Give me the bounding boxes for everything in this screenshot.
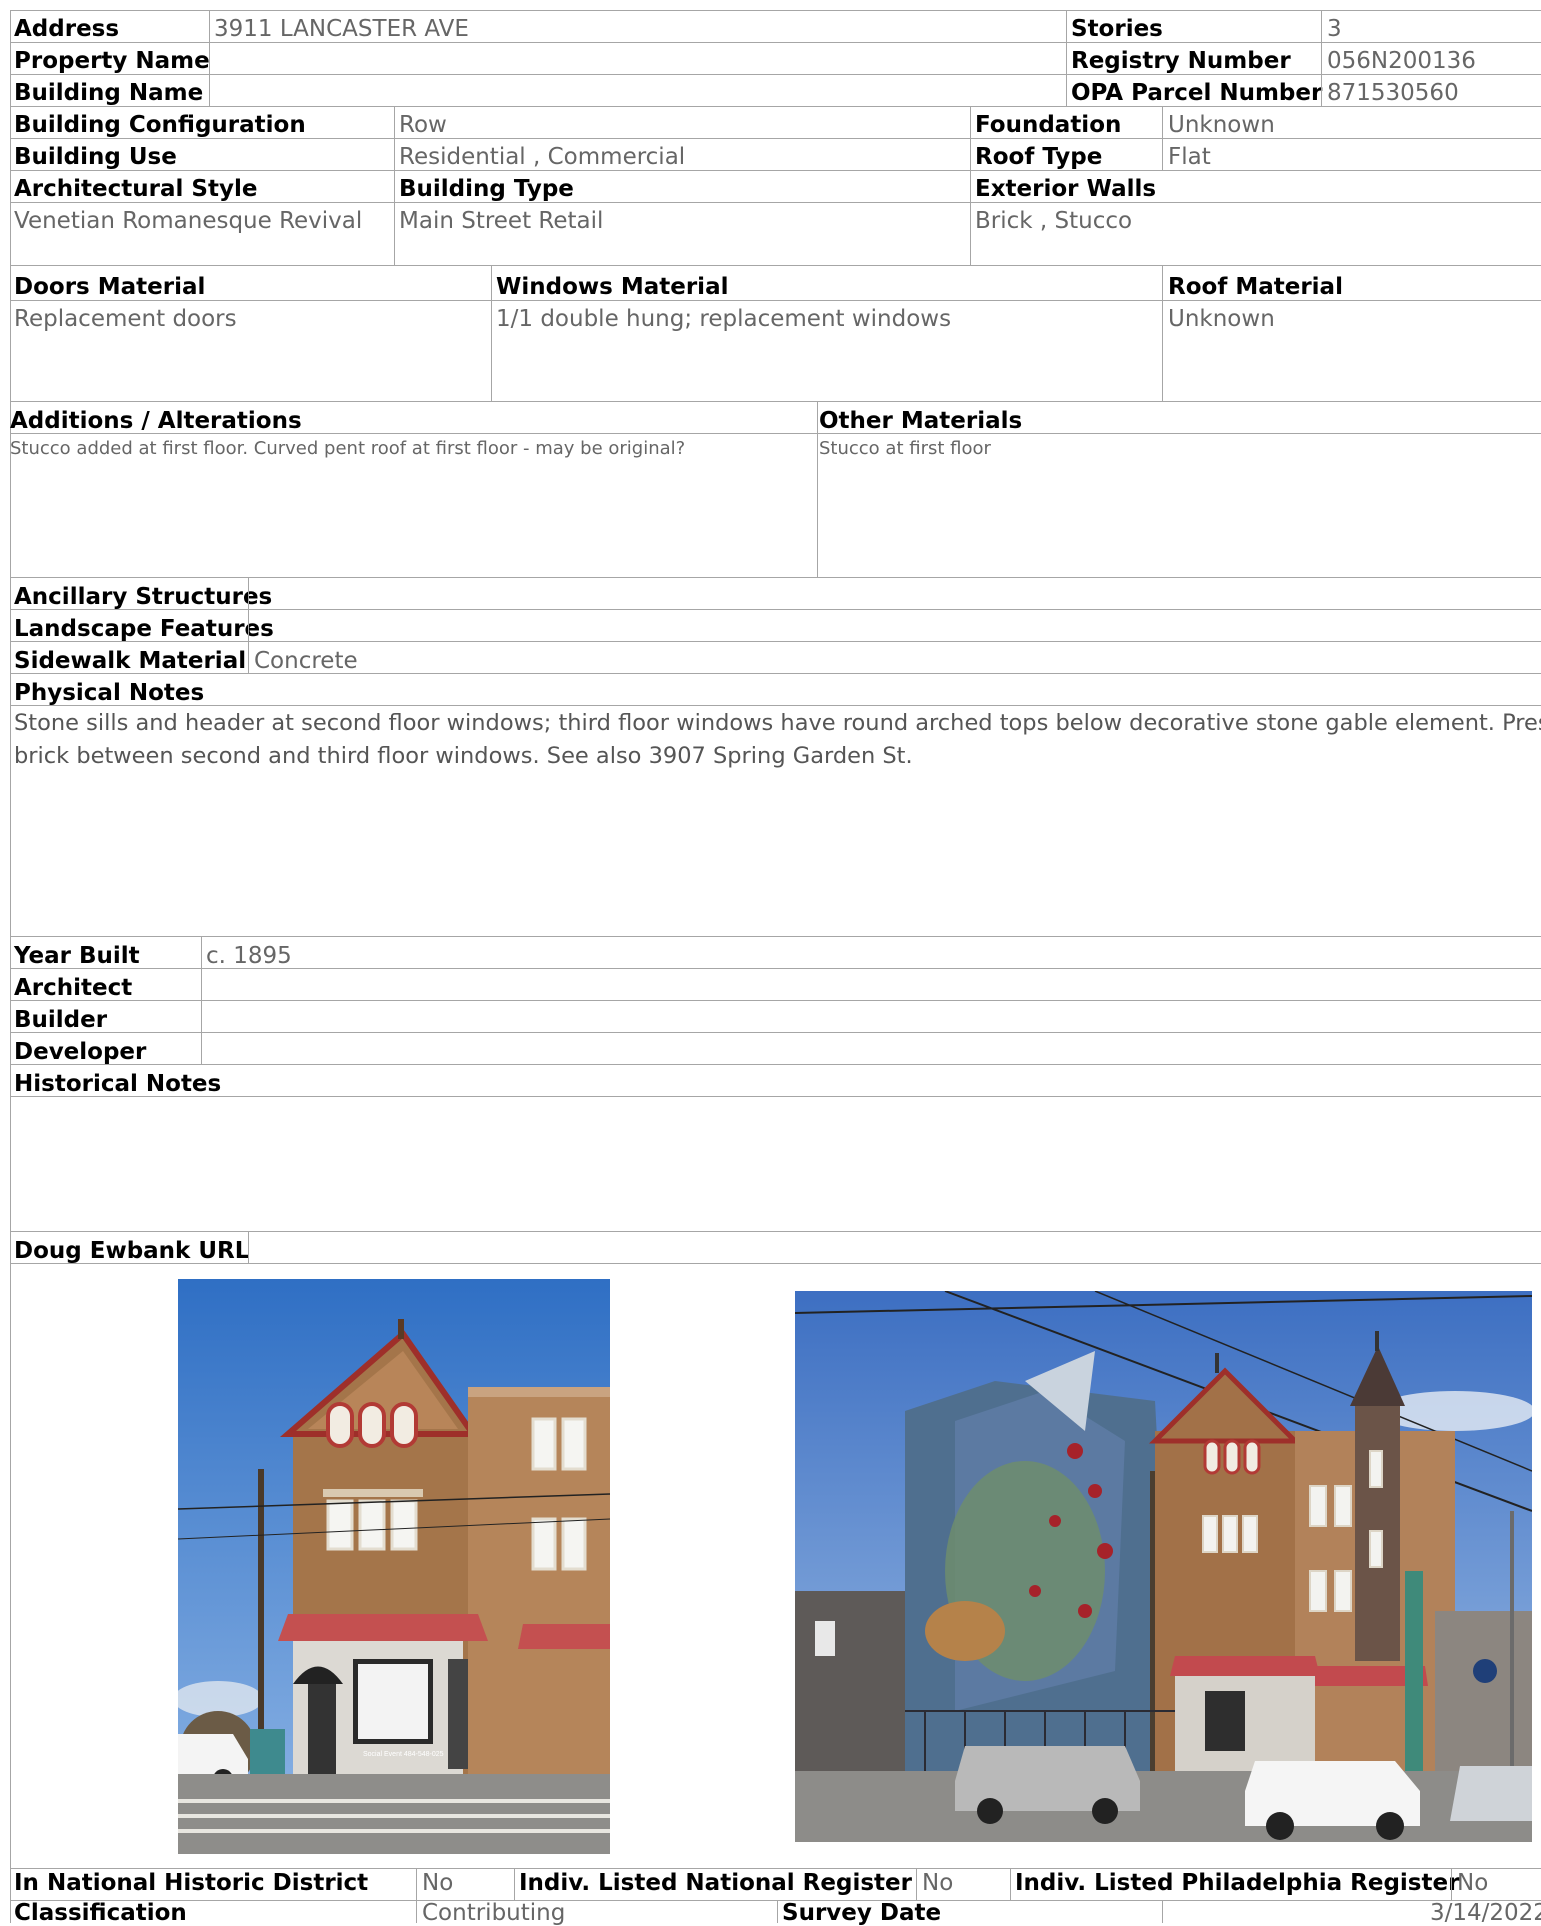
foundation-label: Foundation [975, 112, 1122, 138]
classification-label: Classification [14, 1900, 187, 1926]
doors-material-label: Doors Material [14, 274, 206, 300]
building-configuration-value: Row [399, 112, 447, 138]
architectural-style-value: Venetian Romanesque Revival [14, 208, 363, 234]
doug-ewbank-url-label: Doug Ewbank URL [14, 1238, 250, 1264]
doors-material-value: Replacement doors [14, 306, 237, 332]
year-built-label: Year Built [14, 943, 140, 969]
historical-notes-label: Historical Notes [14, 1071, 222, 1097]
national-historic-district-label: In National Historic District [14, 1870, 369, 1896]
building-photo-front: Social Event 484-548-025 [178, 1279, 610, 1854]
national-register-label: Indiv. Listed National Register [519, 1870, 912, 1896]
storefront-sign-text: Social Event 484-548-025 [363, 1751, 444, 1758]
opa-parcel-value: 871530560 [1327, 80, 1459, 106]
other-materials-value: Stucco at first floor [819, 438, 991, 459]
physical-notes-line-1: Stone sills and header at second floor w… [14, 710, 1541, 736]
registry-number-label: Registry Number [1071, 48, 1291, 74]
property-name-label: Property Name [14, 48, 210, 74]
windows-material-value: 1/1 double hung; replacement windows [496, 306, 952, 332]
classification-value: Contributing [422, 1900, 566, 1926]
additions-alterations-value: Stucco added at first floor. Curved pent… [10, 438, 686, 459]
survey-date-label: Survey Date [782, 1900, 942, 1926]
survey-date-value: 3/14/2022 [1430, 1900, 1541, 1926]
builder-label: Builder [14, 1007, 108, 1033]
address-value: 3911 LANCASTER AVE [214, 16, 469, 42]
stories-label: Stories [1071, 16, 1163, 42]
building-configuration-label: Building Configuration [14, 112, 306, 138]
windows-material-label: Windows Material [496, 274, 729, 300]
developer-label: Developer [14, 1039, 147, 1065]
other-materials-label: Other Materials [819, 408, 1023, 434]
exterior-walls-label: Exterior Walls [975, 176, 1157, 202]
sidewalk-material-label: Sidewalk Material [14, 648, 247, 674]
physical-notes-text: Stone sills and header at second floor w… [14, 707, 1541, 773]
architectural-style-label: Architectural Style [14, 176, 258, 202]
building-type-label: Building Type [399, 176, 574, 202]
ancillary-structures-label: Ancillary Structures [14, 584, 273, 610]
exterior-walls-value: Brick , Stucco [975, 208, 1133, 234]
philadelphia-register-value: No [1457, 1870, 1489, 1896]
building-use-value: Residential , Commercial [399, 144, 686, 170]
additions-alterations-label: Additions / Alterations [10, 408, 302, 434]
philadelphia-register-label: Indiv. Listed Philadelphia Register [1015, 1870, 1460, 1896]
roof-type-value: Flat [1168, 144, 1211, 170]
address-label: Address [14, 16, 120, 42]
roof-material-label: Roof Material [1168, 274, 1343, 300]
physical-notes-label: Physical Notes [14, 680, 205, 706]
roof-material-value: Unknown [1168, 306, 1275, 332]
left-border [10, 10, 11, 1923]
national-register-value: No [922, 1870, 954, 1896]
physical-notes-line-2: brick between second and third floor win… [14, 743, 913, 769]
year-built-value: c. 1895 [206, 943, 292, 969]
foundation-value: Unknown [1168, 112, 1275, 138]
registry-number-value: 056N200136 [1327, 48, 1476, 74]
building-name-label: Building Name [14, 80, 204, 106]
landscape-features-label: Landscape Features [14, 616, 274, 642]
stories-value: 3 [1327, 16, 1342, 42]
building-type-value: Main Street Retail [399, 208, 604, 234]
architect-label: Architect [14, 975, 133, 1001]
national-historic-district-value: No [422, 1870, 454, 1896]
roof-type-label: Roof Type [975, 144, 1103, 170]
opa-parcel-label: OPA Parcel Number [1071, 80, 1323, 106]
sidewalk-material-value: Concrete [254, 648, 358, 674]
building-photo-corner [795, 1291, 1532, 1842]
building-use-label: Building Use [14, 144, 177, 170]
